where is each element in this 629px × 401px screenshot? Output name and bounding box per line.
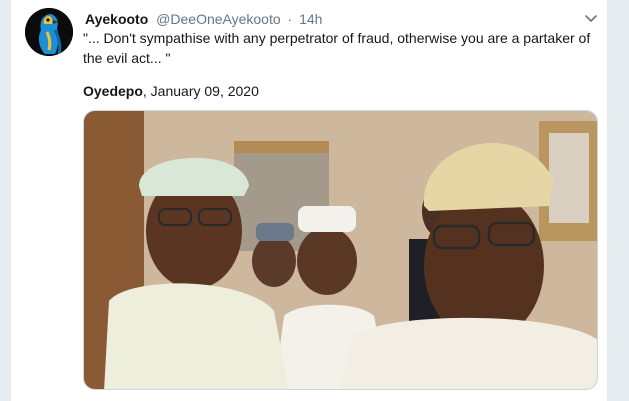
tweet-card[interactable]: Ayekooto @DeeOneAyekooto · 14h "... Don'… xyxy=(10,0,608,401)
timestamp[interactable]: 14h xyxy=(299,11,322,27)
quote-author: Oyedepo xyxy=(83,83,143,99)
user-handle[interactable]: @DeeOneAyekooto xyxy=(156,11,280,27)
avatar[interactable] xyxy=(25,8,73,56)
quote-attribution: Oyedepo, January 09, 2020 xyxy=(83,82,259,100)
display-name[interactable]: Ayekooto xyxy=(85,11,148,27)
tweet-photo[interactable] xyxy=(83,110,598,390)
tweet-header: Ayekooto @DeeOneAyekooto · 14h xyxy=(85,10,593,28)
tweet-text: "... Don't sympathise with any perpetrat… xyxy=(83,30,591,66)
quote-date: , January 09, 2020 xyxy=(142,83,259,99)
separator-dot: · xyxy=(287,11,293,27)
parrot-avatar-icon xyxy=(25,8,73,56)
chevron-down-icon[interactable] xyxy=(583,10,599,26)
photo-image xyxy=(84,111,597,389)
